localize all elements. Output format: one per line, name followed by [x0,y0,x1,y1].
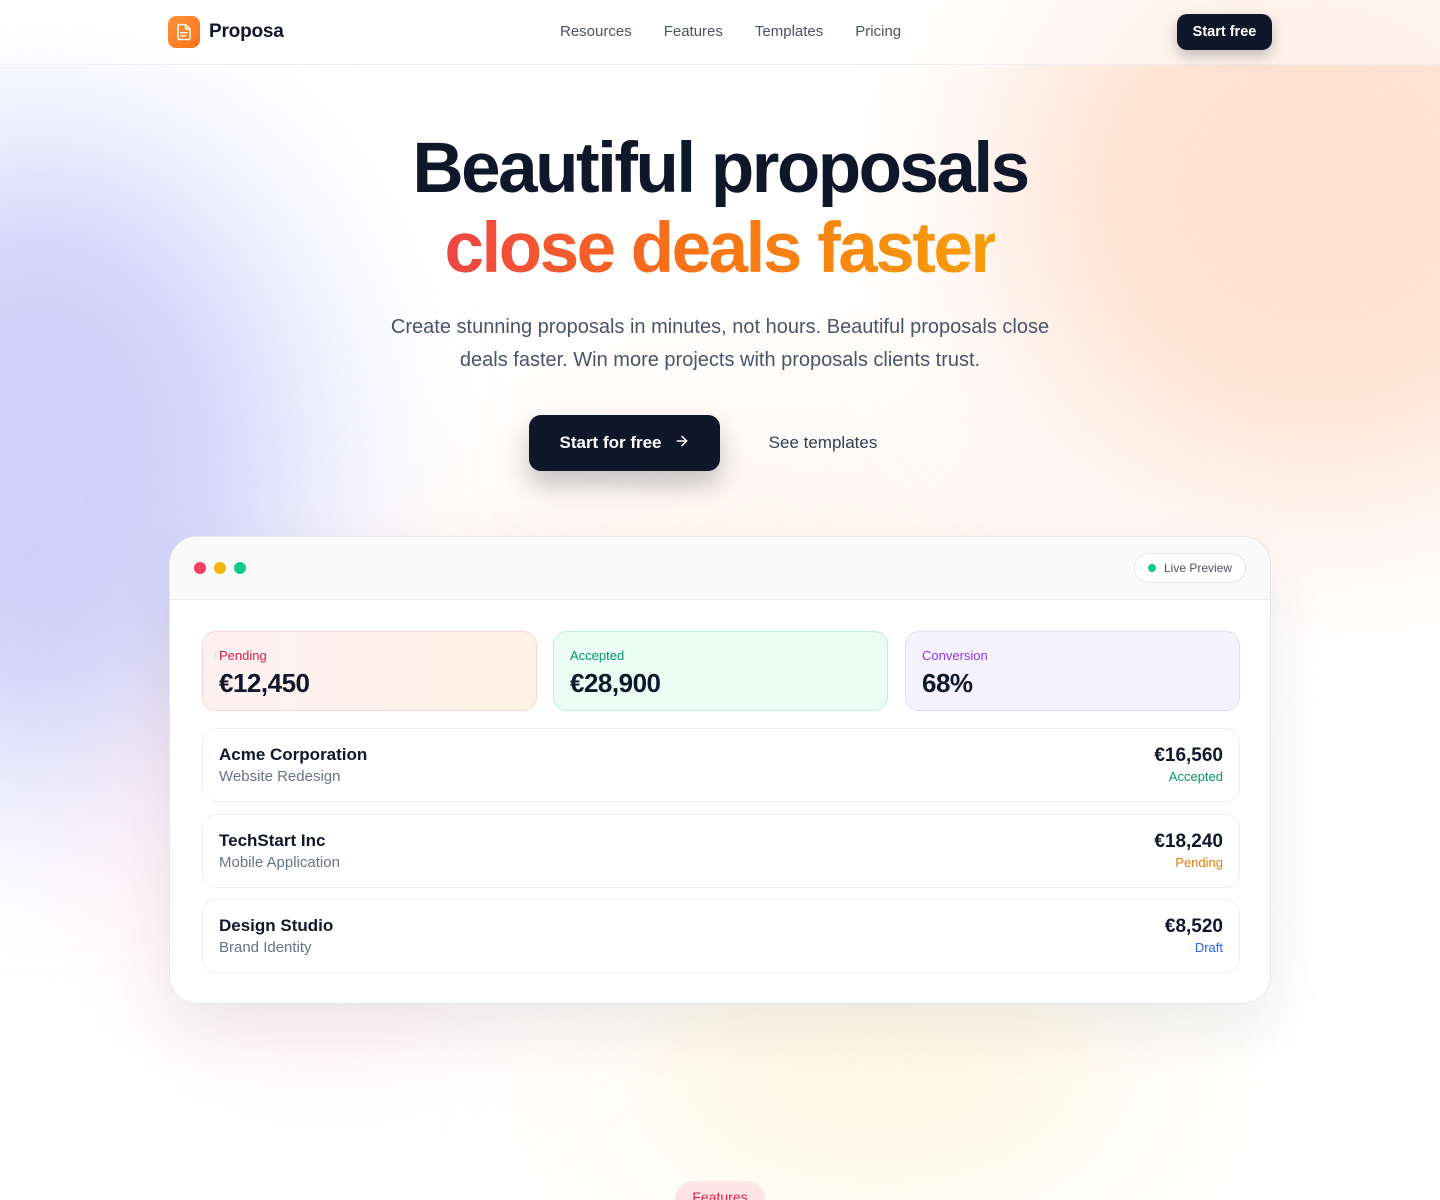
proposal-amount: €18,240 [1154,831,1223,852]
proposal-row[interactable]: TechStart Inc Mobile Application €18,240… [202,814,1240,888]
proposal-client: Design Studio [219,916,334,935]
dashboard-preview-card: Live Preview Pending €12,450 Accepted €2… [169,536,1271,1004]
proposal-amount: €16,560 [1154,745,1223,766]
top-navbar: Proposa Resources Features Templates Pri… [0,0,1440,65]
brand-name: Proposa [209,21,284,42]
brand-logo-link[interactable]: Proposa [168,16,284,48]
hero-title-gradient-text: close deals faster [444,209,998,288]
start-free-button[interactable]: Start free [1177,14,1272,50]
nav-link-templates[interactable]: Templates [755,23,823,40]
stat-card-conversion: Conversion 68% [905,631,1240,711]
start-for-free-button[interactable]: Start for free [529,415,720,471]
proposal-client: TechStart Inc [219,831,326,850]
document-icon [168,16,200,48]
proposal-row[interactable]: Design Studio Brand Identity €8,520 Draf… [202,899,1240,973]
stat-label: Pending [219,648,267,663]
proposal-client: Acme Corporation [219,745,368,764]
window-maximize-dot [234,562,246,574]
window-minimize-dot [214,562,226,574]
live-indicator-icon [1147,564,1156,572]
features-section-badge: Features [675,1181,765,1200]
arrow-right-icon [674,433,690,454]
hero-title-line1: Beautiful proposals [412,129,1030,208]
proposal-amount: €8,520 [1164,916,1223,937]
stat-value: 68% [922,668,973,698]
nav-link-features[interactable]: Features [664,23,723,40]
nav-link-pricing[interactable]: Pricing [855,23,901,40]
proposal-row[interactable]: Acme Corporation Website Redesign €16,56… [202,728,1240,802]
nav-link-resources[interactable]: Resources [560,23,632,40]
proposal-status: Pending [1175,855,1223,870]
window-title-bar: Live Preview [170,537,1270,600]
stat-value: €12,450 [219,668,310,698]
stat-card-accepted: Accepted €28,900 [553,631,888,711]
proposal-project: Mobile Application [219,854,340,871]
window-close-dot [194,562,206,574]
live-preview-label: Live Preview [1163,561,1233,575]
stat-value: €28,900 [570,668,661,698]
live-preview-badge: Live Preview [1134,553,1246,583]
proposal-project: Website Redesign [219,768,341,785]
nav-links: Resources Features Templates Pricing [560,23,901,40]
stat-card-pending: Pending €12,450 [202,631,537,711]
stat-label: Accepted [570,648,625,663]
hero-title-line2: close deals faster [0,213,1440,284]
proposal-status: Accepted [1168,769,1223,784]
start-for-free-label: Start for free [559,433,662,452]
proposal-status: Draft [1194,940,1223,955]
see-templates-button[interactable]: See templates [748,415,898,471]
hero-subtitle: Create stunning proposals in minutes, no… [390,316,1050,371]
proposal-project: Brand Identity [219,939,312,956]
stat-label: Conversion [922,648,988,663]
